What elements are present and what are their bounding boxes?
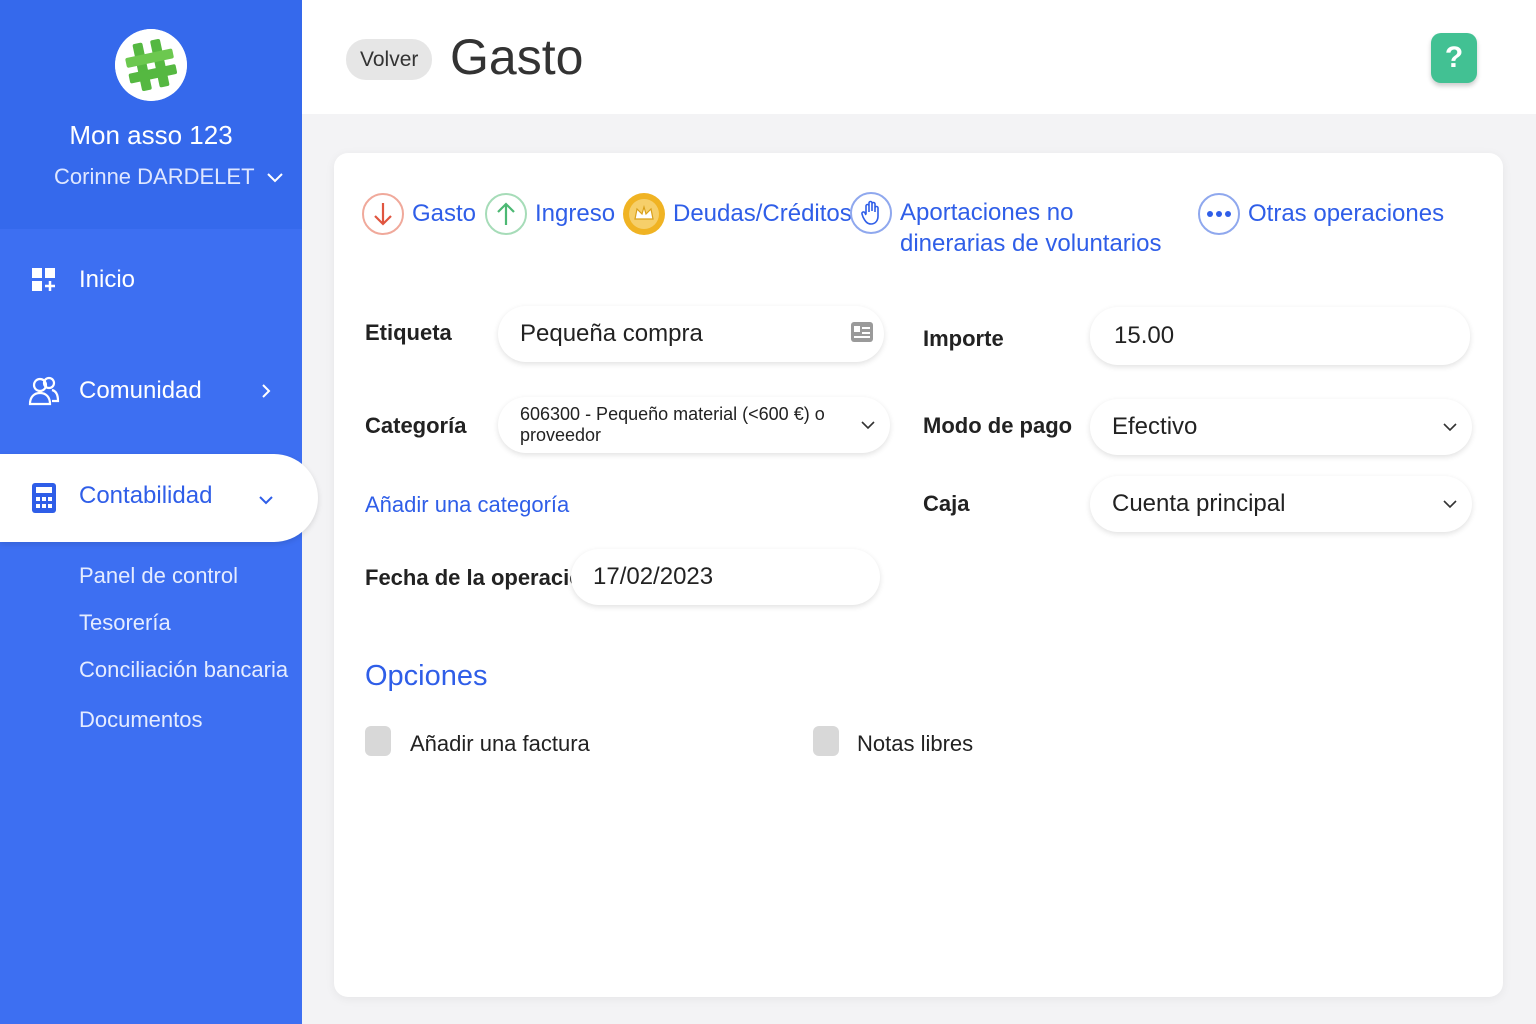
nav-label-accounting: Contabilidad bbox=[79, 482, 213, 509]
tab-label-volunteer-contributions: Aportaciones no dinerarias de voluntario… bbox=[900, 192, 1161, 259]
category-select-value: 606300 - Pequeño material (<600 €) o pro… bbox=[520, 404, 825, 445]
sub-item-bank-reconciliation[interactable]: Conciliación bancaria bbox=[79, 657, 288, 683]
free-notes-checkbox[interactable] bbox=[813, 726, 839, 756]
page-header: Volver Gasto ? bbox=[302, 0, 1536, 114]
label-field-label: Etiqueta bbox=[365, 320, 452, 345]
tab-label-expense: Gasto bbox=[412, 200, 477, 227]
arrow-down-icon bbox=[362, 193, 404, 235]
back-button[interactable]: Volver bbox=[346, 39, 433, 80]
payment-method-label: Modo de pago bbox=[923, 413, 1073, 438]
tab-label-line1: Aportaciones no bbox=[900, 199, 1074, 226]
sub-item-treasury[interactable]: Tesorería bbox=[79, 610, 171, 636]
help-button[interactable]: ? bbox=[1431, 33, 1477, 83]
chevron-down-icon bbox=[1443, 423, 1457, 432]
id-card-icon[interactable] bbox=[850, 321, 874, 350]
more-dots-icon bbox=[1198, 193, 1240, 235]
category-select[interactable]: 606300 - Pequeño material (<600 €) o pro… bbox=[498, 397, 890, 453]
nav-item-accounting[interactable]: Contabilidad bbox=[0, 454, 318, 542]
operation-form-card: Gasto Ingreso Deudas/Créditos Aportacion… bbox=[334, 153, 1503, 997]
tab-income[interactable]: Ingreso bbox=[485, 193, 615, 235]
nav-item-community[interactable]: Comunidad bbox=[0, 361, 302, 421]
crown-icon bbox=[623, 193, 665, 235]
chevron-down-icon[interactable] bbox=[266, 170, 284, 184]
tab-debts[interactable]: Deudas/Créditos bbox=[623, 193, 852, 235]
category-label: Categoría bbox=[365, 413, 467, 438]
page-title: Gasto bbox=[450, 29, 584, 85]
user-name: Corinne DARDELET bbox=[54, 164, 255, 189]
operation-date-label: Fecha de la operación bbox=[365, 565, 597, 590]
sub-item-dashboard[interactable]: Panel de control bbox=[79, 563, 238, 589]
options-title: Opciones bbox=[365, 660, 488, 692]
org-name: Mon asso 123 bbox=[69, 120, 233, 150]
nav-label-home: Inicio bbox=[79, 266, 136, 293]
hand-icon bbox=[850, 192, 892, 234]
nav-item-home[interactable]: Inicio bbox=[0, 250, 302, 310]
chevron-right-icon bbox=[262, 384, 271, 398]
operation-date-value: 17/02/2023 bbox=[593, 563, 714, 590]
org-logo bbox=[115, 29, 187, 101]
cash-box-value: Cuenta principal bbox=[1112, 490, 1286, 517]
tab-volunteer-contributions[interactable]: Aportaciones no dinerarias de voluntario… bbox=[850, 192, 1161, 259]
add-invoice-checkbox[interactable] bbox=[365, 726, 391, 756]
hashtag-logo-icon bbox=[115, 29, 187, 101]
tab-label-debts: Deudas/Créditos bbox=[673, 200, 852, 227]
label-input-value: Pequeña compra bbox=[520, 320, 703, 347]
chevron-down-icon bbox=[861, 421, 875, 430]
sub-item-documents[interactable]: Documentos bbox=[79, 707, 203, 733]
tab-label-income: Ingreso bbox=[535, 200, 616, 227]
cash-box-label: Caja bbox=[923, 491, 970, 516]
cash-box-select[interactable]: Cuenta principal bbox=[1090, 476, 1472, 532]
chevron-down-icon bbox=[1443, 500, 1457, 509]
users-icon bbox=[28, 375, 60, 407]
amount-input[interactable]: 15.00 bbox=[1090, 307, 1470, 365]
free-notes-label: Notas libres bbox=[857, 731, 974, 756]
operation-date-input[interactable]: 17/02/2023 bbox=[571, 549, 880, 605]
arrow-up-icon bbox=[485, 193, 527, 235]
nav-label-community: Comunidad bbox=[79, 377, 202, 404]
tab-expense[interactable]: Gasto bbox=[362, 193, 476, 235]
tab-other-operations[interactable]: Otras operaciones bbox=[1198, 193, 1444, 235]
amount-label: Importe bbox=[923, 326, 1004, 351]
amount-input-value: 15.00 bbox=[1114, 322, 1175, 349]
tab-label-other-operations: Otras operaciones bbox=[1248, 200, 1445, 227]
org-header[interactable]: Mon asso 123 Corinne DARDELET bbox=[0, 0, 302, 229]
add-invoice-label: Añadir una factura bbox=[410, 731, 590, 756]
sidebar: Mon asso 123 Corinne DARDELET Inicio Com… bbox=[0, 0, 318, 1024]
label-input[interactable]: Pequeña compra bbox=[498, 306, 884, 362]
tab-label-line2: dinerarias de voluntarios bbox=[900, 230, 1162, 257]
help-icon: ? bbox=[1444, 41, 1464, 74]
add-category-link[interactable]: Añadir una categoría bbox=[365, 492, 569, 518]
dashboard-icon bbox=[28, 264, 60, 296]
chevron-down-icon bbox=[259, 496, 273, 505]
payment-method-value: Efectivo bbox=[1112, 413, 1198, 440]
calculator-icon bbox=[28, 482, 60, 514]
payment-method-select[interactable]: Efectivo bbox=[1090, 399, 1472, 455]
